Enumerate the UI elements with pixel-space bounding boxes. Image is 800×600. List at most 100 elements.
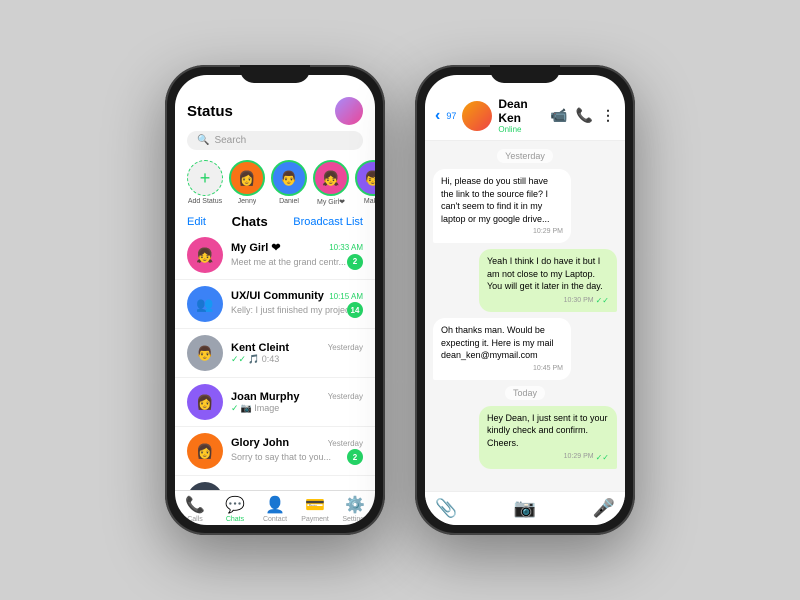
calls-label: Calls [187, 516, 203, 523]
msg-received-2: Oh thanks man. Would be expecting it. He… [433, 318, 571, 380]
chat-name-row-joan: Joan Murphy Yesterday [231, 391, 363, 403]
msg-sent-2: Hey Dean, I just sent it to your kindly … [479, 406, 617, 469]
unread-badge-glory: 2 [347, 449, 363, 465]
left-notch [240, 65, 310, 83]
chat-preview-glory: Sorry to say that to you... [231, 452, 331, 462]
read-ticks-1: ✓✓ [596, 295, 609, 306]
unread-badge-mygirl: 2 [347, 254, 363, 270]
search-bar[interactable]: 🔍 Search [187, 131, 363, 150]
chat-actions: 📹 📞 ⋮ [550, 107, 615, 124]
chat-name-mygirl: My Girl ❤ [231, 241, 281, 254]
contact-name: Dean Ken [498, 97, 544, 125]
video-call-button[interactable]: 📹 [550, 107, 567, 124]
nav-contact[interactable]: 👤 Contact [255, 495, 295, 523]
chat-time-uxui: 10:15 AM [329, 292, 363, 301]
story-name-jenny: Jenny [238, 198, 257, 205]
story-daniel[interactable]: 👨 Daniel [271, 160, 307, 206]
status-title: Status [187, 103, 233, 120]
chats-label: Chats [232, 214, 268, 229]
story-makik[interactable]: 👦 Makik [355, 160, 375, 206]
story-avatar-makik: 👦 [355, 160, 375, 196]
edit-button[interactable]: Edit [187, 216, 206, 228]
chat-avatar-glory: 👩 [187, 433, 223, 469]
messages-area: Yesterday Hi, please do you still have t… [425, 141, 625, 491]
chats-icon: 💬 [225, 495, 245, 515]
unread-badge-uxui: 14 [347, 302, 363, 318]
read-ticks-2: ✓✓ [596, 452, 609, 463]
chat-info-glory: Glory John Yesterday Sorry to say that t… [231, 437, 363, 465]
chat-input-bar: 📎 📷 🎤 [425, 491, 625, 525]
day-divider-yesterday: Yesterday [497, 149, 553, 163]
camera-button[interactable]: 📷 [514, 498, 536, 519]
search-icon: 🔍 [197, 135, 209, 146]
msg-text-received-2: Oh thanks man. Would be expecting it. He… [441, 325, 554, 360]
story-avatar-jenny: 👩 [229, 160, 265, 196]
chat-item-kent[interactable]: 👨 Kent Cleint Yesterday ✓✓ 🎵 0:43 [175, 329, 375, 378]
contact-icon: 👤 [265, 495, 285, 515]
chat-avatar-joan: 👩 [187, 384, 223, 420]
right-phone: ‹ 97 Dean Ken Online 📹 📞 ⋮ Yesterday Hi,… [415, 65, 635, 535]
right-notch [490, 65, 560, 83]
calls-icon: 📞 [185, 495, 205, 515]
chat-item-joan[interactable]: 👩 Joan Murphy Yesterday ✓ 📷 Image [175, 378, 375, 427]
chat-name-row-uxui: UX/UI Community 10:15 AM [231, 290, 363, 302]
msg-time-received-1: 10:29 PM [441, 227, 563, 237]
attach-button[interactable]: 📎 [435, 498, 457, 519]
broadcast-list-button[interactable]: Broadcast List [293, 216, 363, 228]
msg-text-received-1: Hi, please do you still have the link to… [441, 176, 550, 224]
status-avatar[interactable] [335, 97, 363, 125]
nav-calls[interactable]: 📞 Calls [175, 495, 215, 523]
chat-name-glory: Glory John [231, 437, 289, 449]
left-phone: Status 🔍 Search + Add Status 👩 Jenny [165, 65, 385, 535]
msg-time-sent-1: 10:30 PM ✓✓ [487, 295, 609, 306]
chat-list: 👧 My Girl ❤ 10:33 AM Meet me at the gran… [175, 231, 375, 490]
story-name-mygirl: My Girl❤ [317, 198, 345, 206]
chat-item-mygirl[interactable]: 👧 My Girl ❤ 10:33 AM Meet me at the gran… [175, 231, 375, 280]
payment-label: Payment [301, 516, 329, 523]
contact-info: Dean Ken Online [498, 97, 544, 134]
stories-row: + Add Status 👩 Jenny 👨 Daniel 👧 My Girl❤… [175, 156, 375, 210]
chat-info-kent: Kent Cleint Yesterday ✓✓ 🎵 0:43 [231, 342, 363, 365]
back-button[interactable]: ‹ [435, 107, 440, 125]
chat-preview-kent: ✓✓ 🎵 0:43 [231, 354, 363, 365]
add-status-story[interactable]: + Add Status [187, 160, 223, 206]
chat-time-glory: Yesterday [328, 439, 363, 448]
chat-top-bar: ‹ 97 Dean Ken Online 📹 📞 ⋮ [425, 75, 625, 141]
chats-nav-label: Chats [226, 516, 244, 523]
nav-settings[interactable]: ⚙️ Settings [335, 495, 375, 523]
contact-status: Online [498, 125, 544, 134]
nav-payment[interactable]: 💳 Payment [295, 495, 335, 523]
day-divider-today: Today [505, 386, 545, 400]
contact-label: Contact [263, 516, 287, 523]
chat-name-uxui: UX/UI Community [231, 290, 324, 302]
chats-header: Edit Chats Broadcast List [175, 210, 375, 231]
add-status-label: Add Status [188, 198, 222, 205]
mic-button[interactable]: 🎤 [593, 498, 615, 519]
voice-call-button[interactable]: 📞 [576, 107, 593, 124]
chat-avatar-designer: 🎨 [187, 482, 223, 490]
msg-time-received-2: 10:45 PM [441, 364, 563, 374]
left-screen: Status 🔍 Search + Add Status 👩 Jenny [175, 75, 375, 525]
nav-chats[interactable]: 💬 Chats [215, 495, 255, 523]
chat-item-designer[interactable]: 🎨 Designer Saturday ✓✓ 🎵 0:43 [175, 476, 375, 490]
chat-conversation-screen: ‹ 97 Dean Ken Online 📹 📞 ⋮ Yesterday Hi,… [425, 75, 625, 525]
chat-preview-uxui: Kelly: I just finished my project. [231, 305, 347, 315]
story-mygirl[interactable]: 👧 My Girl❤ [313, 160, 349, 206]
chat-item-glory[interactable]: 👩 Glory John Yesterday Sorry to say that… [175, 427, 375, 476]
chat-name-row-glory: Glory John Yesterday [231, 437, 363, 449]
chat-time-kent: Yesterday [328, 343, 363, 352]
bottom-nav: 📞 Calls 💬 Chats 👤 Contact 💳 Payment ⚙️ [175, 490, 375, 525]
msg-text-sent-2: Hey Dean, I just sent it to your kindly … [487, 413, 608, 448]
story-avatar-daniel: 👨 [271, 160, 307, 196]
chat-time-joan: Yesterday [328, 392, 363, 401]
story-avatar-mygirl: 👧 [313, 160, 349, 196]
chat-name-joan: Joan Murphy [231, 391, 299, 403]
chat-avatar-kent: 👨 [187, 335, 223, 371]
chats-screen: Status 🔍 Search + Add Status 👩 Jenny [175, 75, 375, 525]
more-options-button[interactable]: ⋮ [601, 107, 615, 124]
back-count: 97 [446, 111, 456, 121]
chat-item-uxui[interactable]: 👥 UX/UI Community 10:15 AM Kelly: I just… [175, 280, 375, 329]
chat-preview-mygirl: Meet me at the grand centr... [231, 257, 346, 267]
search-placeholder: Search [214, 135, 246, 146]
story-jenny[interactable]: 👩 Jenny [229, 160, 265, 206]
